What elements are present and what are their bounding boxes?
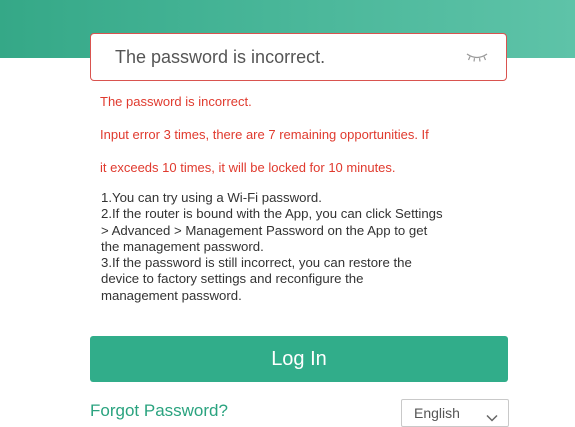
tip-line: the management password. <box>101 238 264 254</box>
chevron-down-icon <box>486 409 498 422</box>
forgot-password-link[interactable]: Forgot Password? <box>90 401 228 421</box>
language-selected-value: English <box>414 405 460 421</box>
error-message: The password is incorrect. <box>100 94 252 109</box>
help-tips: 1.You can try using a Wi-Fi password. 2.… <box>101 190 511 304</box>
language-select[interactable]: English <box>401 399 509 427</box>
tip-line: 3.If the password is still incorrect, yo… <box>101 255 412 271</box>
login-page: The password is incorrect. Input error 3… <box>0 0 575 427</box>
tip-line: management password. <box>101 287 242 303</box>
tip-line: device to factory settings and reconfigu… <box>101 271 364 287</box>
login-button[interactable]: Log In <box>90 336 508 382</box>
error-attempts-message: Input error 3 times, there are 7 remaini… <box>100 127 429 142</box>
error-lock-message: it exceeds 10 times, it will be locked f… <box>100 160 396 175</box>
password-input[interactable] <box>91 34 464 80</box>
eye-closed-icon[interactable] <box>464 50 490 64</box>
tip-line: > Advanced > Management Password on the … <box>101 222 428 238</box>
tip-line: 1.You can try using a Wi-Fi password. <box>101 190 322 205</box>
password-field[interactable] <box>90 33 507 81</box>
tip-line: 2.If the router is bound with the App, y… <box>101 206 443 222</box>
